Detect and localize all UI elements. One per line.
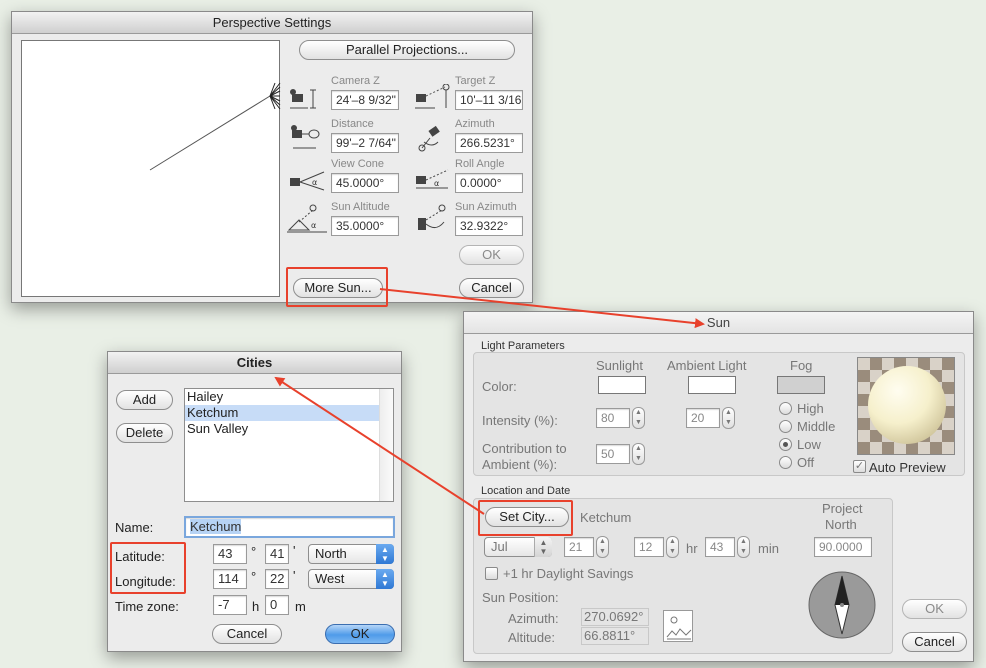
annotation-arrows — [274, 288, 705, 515]
arrow-more-sun-to-sun — [379, 288, 705, 329]
arrow-set-city-to-cities — [274, 376, 485, 515]
